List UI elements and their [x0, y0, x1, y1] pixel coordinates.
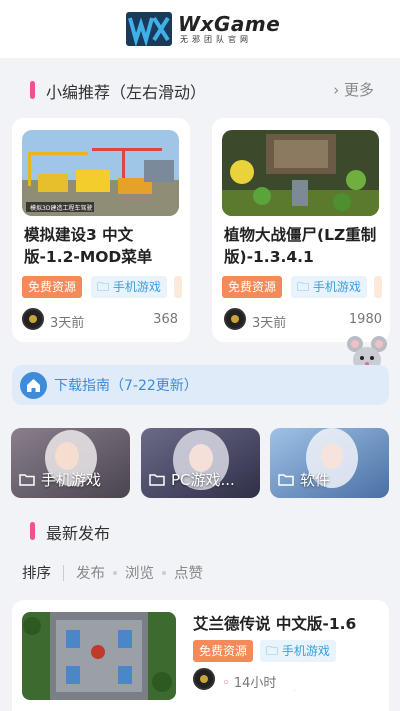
more-label: 更多 [343, 81, 374, 99]
tag-free[interactable]: 免费资源 [222, 276, 283, 298]
tag-label: 手机游戏 [281, 644, 330, 658]
latest-title: 最新发布 [46, 524, 111, 543]
category-software[interactable]: 软件 [270, 428, 389, 498]
folder-icon: 🗀 [266, 644, 279, 658]
separator-dot: ◦ [222, 676, 230, 691]
tag-more [374, 276, 382, 298]
category-pc-games[interactable]: PC游戏... [141, 428, 260, 498]
guide-text: 下载指南（7-22更新） [54, 378, 198, 394]
tag-mobile-games[interactable]: 🗀 手机游戏 [291, 276, 367, 298]
latest-section-header: 最新发布 [0, 519, 400, 543]
recommend-section-header: 小编推荐（左右滑动） › 更多 [0, 78, 400, 102]
section-accent-bar [30, 522, 35, 540]
more-link[interactable]: › 更多 [333, 79, 374, 100]
wx-logo-icon [126, 12, 172, 46]
home-icon [20, 372, 47, 399]
folder-icon: 🗀 [97, 280, 110, 294]
folder-icon [278, 474, 294, 486]
app-header: WxGame 无邪团队官网 [0, 0, 400, 58]
card-title: 模拟建设3 中文版-1.2-MOD菜单 [24, 226, 153, 266]
sort-label: 排序 [22, 566, 51, 582]
avatar [224, 308, 246, 330]
list-item-title: 艾兰德传说 中文版-1.6 [193, 615, 357, 633]
tag-label: 手机游戏 [112, 280, 161, 294]
tag-mobile-games[interactable]: 🗀 手机游戏 [91, 276, 167, 298]
recommend-title: 小编推荐（左右滑动） [46, 83, 207, 102]
card-title: 植物大战僵尸(LZ重制版)-1.3.4.1 [224, 226, 377, 266]
game-thumbnail: 模拟3D建造工程车驾驶 [22, 130, 179, 216]
separator-dot [162, 570, 166, 575]
sort-option-publish[interactable]: 发布 [76, 562, 105, 583]
tag-label: 手机游戏 [312, 280, 361, 294]
download-guide-banner[interactable]: 下载指南（7-22更新） [12, 365, 389, 405]
post-time-text: 14小时 [233, 676, 277, 691]
sort-bar: 排序 发布 浏览 点赞 [22, 562, 203, 583]
sort-option-views[interactable]: 浏览 [125, 562, 154, 583]
avatar [22, 308, 44, 330]
category-label: PC游戏... [149, 469, 235, 490]
tag-mobile-games[interactable]: 🗀 手机游戏 [260, 640, 336, 662]
site-logo[interactable]: WxGame 无邪团队官网 [126, 12, 280, 46]
site-watermark: 谷普软件园 [274, 672, 392, 704]
section-accent-bar [30, 81, 35, 99]
folder-icon [19, 474, 35, 486]
logo-subtitle: 无邪团队官网 [180, 35, 252, 44]
separator-dot [113, 570, 117, 575]
view-count: 368 [153, 312, 178, 327]
game-thumbnail [22, 612, 176, 700]
recommend-card[interactable]: 植物大战僵尸(LZ重制版)-1.3.4.1 免费资源 🗀 手机游戏 3天前 19… [212, 118, 390, 342]
thumbnail-caption: 模拟3D建造工程车驾驶 [30, 204, 92, 212]
logo-title: WxGame [178, 12, 281, 36]
avatar [193, 668, 215, 690]
post-time: 3天前 [252, 316, 287, 331]
post-time: 3天前 [50, 316, 85, 331]
category-mobile-games[interactable]: 手机游戏 [11, 428, 130, 498]
category-label: 手机游戏 [19, 469, 101, 490]
view-count: 1980 [348, 312, 382, 327]
post-time: ◦ 14小时 [222, 672, 276, 691]
chevron-right-icon: › [333, 81, 340, 99]
folder-icon: 🗀 [297, 280, 310, 294]
sort-option-likes[interactable]: 点赞 [174, 562, 203, 583]
tag-more [174, 276, 182, 298]
svg-text:谷普软件园: 谷普软件园 [276, 677, 386, 703]
recommend-card[interactable]: 模拟3D建造工程车驾驶 模拟建设3 中文版-1.2-MOD菜单 免费资源 🗀 手… [12, 118, 190, 342]
divider [63, 564, 64, 581]
tag-free[interactable]: 免费资源 [22, 276, 83, 298]
folder-icon [149, 474, 165, 486]
category-label: 软件 [278, 469, 330, 490]
game-thumbnail [222, 130, 379, 216]
tag-free[interactable]: 免费资源 [193, 640, 254, 662]
